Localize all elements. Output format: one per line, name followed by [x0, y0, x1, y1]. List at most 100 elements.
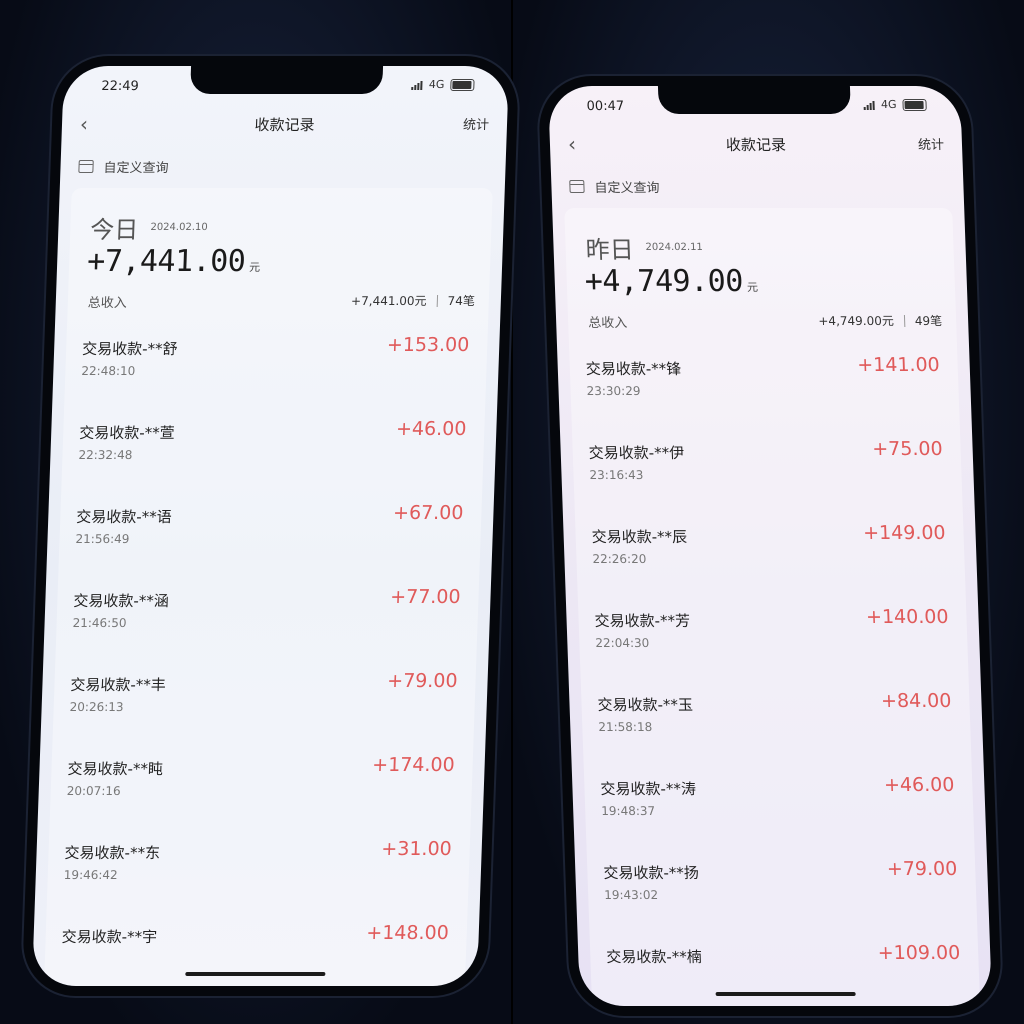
battery-icon	[902, 98, 927, 111]
stats-button[interactable]: 统计	[918, 134, 945, 153]
transaction-amount: +79.00	[386, 670, 458, 692]
notch	[189, 66, 383, 94]
summary-card: 今日 2024.02.10 +7,441.00 元 总收入 +7,441.00元 …	[43, 188, 493, 986]
transaction-amount: +46.00	[883, 774, 955, 796]
status-icons: 4G	[411, 78, 475, 91]
transaction-amount: +67.00	[392, 502, 464, 524]
transaction-row[interactable]: 交易收款-**伊 23:16:43 +75.00	[572, 432, 963, 516]
day-date: 2024.02.11	[645, 242, 704, 253]
transaction-title: 交易收款-**扬	[603, 864, 700, 882]
transaction-amount: +141.00	[856, 354, 941, 376]
transaction-amount: +46.00	[395, 418, 467, 440]
notch	[657, 86, 851, 114]
phone-screen-left: 22:49 4G ‹ 收款记录 统计 自定义查询 今日 2024.02.10 +…	[31, 66, 510, 986]
transaction-title: 交易收款-**伊	[588, 444, 685, 462]
photo-divider	[511, 0, 513, 1024]
transaction-row[interactable]: 交易收款-**锋 23:30:29 +141.00	[569, 348, 960, 432]
transaction-row[interactable]: 交易收款-**玉 21:58:18 +84.00	[581, 684, 972, 768]
custom-query-button[interactable]: 自定义查询	[569, 174, 946, 198]
transaction-time: 22:04:30	[595, 636, 650, 650]
transaction-time: 19:48:37	[601, 804, 656, 818]
transaction-row[interactable]: 交易收款-**芳 22:04:30 +140.00	[578, 600, 969, 684]
transaction-time: 21:56:49	[75, 532, 130, 546]
divider	[436, 294, 438, 307]
day-label: 今日	[89, 216, 139, 244]
transaction-title: 交易收款-**辰	[591, 528, 688, 546]
phone-screen-right: 00:47 4G ‹ 收款记录 统计 自定义查询 昨日 2024.02.11 +…	[547, 86, 993, 1006]
income-label: 总收入	[87, 296, 128, 311]
transaction-title: 交易收款-**盹	[67, 760, 164, 778]
income-label: 总收入	[587, 316, 628, 331]
transaction-title: 交易收款-**萱	[78, 424, 175, 442]
custom-query-label: 自定义查询	[103, 160, 169, 176]
transaction-time: 23:30:29	[586, 384, 641, 398]
transaction-title: 交易收款-**锋	[585, 360, 682, 378]
transaction-title: 交易收款-**丰	[70, 676, 167, 694]
transaction-title: 交易收款-**涛	[600, 780, 697, 798]
transaction-row[interactable]: 交易收款-**辰 22:26:20 +149.00	[575, 516, 966, 600]
transaction-title: 交易收款-**东	[64, 844, 161, 862]
status-time: 00:47	[586, 99, 625, 114]
calendar-icon	[569, 179, 585, 193]
battery-icon	[450, 78, 475, 91]
transaction-amount: +77.00	[389, 586, 461, 608]
transaction-row[interactable]: 交易收款-**涛 19:48:37 +46.00	[584, 768, 975, 852]
transaction-amount: +174.00	[371, 754, 456, 776]
summary-card: 昨日 2024.02.11 +4,749.00 元 总收入 +4,749.00元 …	[564, 208, 981, 1006]
currency-unit: 元	[248, 261, 260, 274]
page-title: 收款记录	[725, 136, 787, 154]
summary-amount: +7,441.00元	[350, 294, 427, 308]
status-time: 22:49	[101, 79, 140, 94]
transaction-title: 交易收款-**舒	[81, 340, 178, 358]
nav-bar: ‹ 收款记录 统计	[61, 108, 507, 140]
signal-icon	[411, 80, 424, 90]
transaction-amount: +109.00	[877, 942, 961, 964]
network-type: 4G	[428, 78, 445, 91]
transaction-title: 交易收款-**涵	[73, 592, 170, 610]
transaction-title: 交易收款-**芳	[594, 612, 691, 630]
currency-unit: 元	[746, 281, 758, 294]
transaction-time: 23:16:43	[589, 468, 644, 482]
summary-count: 74笔	[447, 294, 476, 308]
divider	[903, 314, 906, 327]
transaction-title: 交易收款-**宇	[61, 928, 158, 946]
transaction-row[interactable]: 交易收款-**萱 22:32:48 +46.00	[61, 412, 485, 496]
network-type: 4G	[880, 98, 897, 111]
transaction-row[interactable]: 交易收款-**丰 20:26:13 +79.00	[52, 664, 476, 748]
calendar-icon	[78, 159, 94, 173]
total-amount-value: +4,749.00	[584, 264, 744, 299]
transaction-amount: +140.00	[865, 606, 949, 628]
transaction-row[interactable]: 交易收款-**盹 20:07:16 +174.00	[49, 748, 473, 832]
transaction-title: 交易收款-**语	[76, 508, 173, 526]
page-title: 收款记录	[254, 116, 315, 134]
transaction-amount: +31.00	[381, 838, 453, 860]
total-amount-value: +7,441.00	[86, 244, 246, 279]
transaction-row[interactable]: 交易收款-**扬 19:43:02 +79.00	[587, 852, 978, 936]
transaction-amount: +84.00	[880, 690, 952, 712]
stats-button[interactable]: 统计	[463, 114, 490, 133]
transaction-time: 22:26:20	[592, 552, 647, 566]
transaction-title: 交易收款-**玉	[597, 696, 694, 714]
home-indicator[interactable]	[715, 992, 856, 996]
transaction-row[interactable]: 交易收款-**舒 22:48:10 +153.00	[64, 328, 488, 412]
transaction-amount: +75.00	[871, 438, 943, 460]
custom-query-button[interactable]: 自定义查询	[78, 154, 488, 178]
transaction-time: 19:43:02	[603, 888, 659, 902]
home-indicator[interactable]	[184, 972, 325, 976]
transaction-amount: +148.00	[365, 922, 450, 944]
transaction-time: 21:46:50	[72, 616, 127, 630]
transaction-time: 21:58:18	[598, 720, 653, 734]
transaction-time: 22:32:48	[78, 448, 133, 462]
transaction-time: 19:46:42	[63, 868, 118, 882]
transaction-row[interactable]: 交易收款-**东 19:46:42 +31.00	[46, 832, 470, 916]
signal-icon	[864, 100, 876, 110]
transaction-time: 20:07:16	[66, 784, 121, 798]
total-amount: +4,749.00 元	[584, 264, 758, 299]
transaction-title: 交易收款-**楠	[606, 948, 703, 966]
total-amount: +7,441.00 元	[87, 244, 261, 279]
transaction-row[interactable]: 交易收款-**语 21:56:49 +67.00	[58, 496, 482, 580]
income-summary: +7,441.00元 74笔	[351, 292, 475, 309]
transaction-amount: +149.00	[862, 522, 946, 544]
transaction-row[interactable]: 交易收款-**涵 21:46:50 +77.00	[55, 580, 479, 664]
transaction-time: 22:48:10	[81, 364, 136, 378]
